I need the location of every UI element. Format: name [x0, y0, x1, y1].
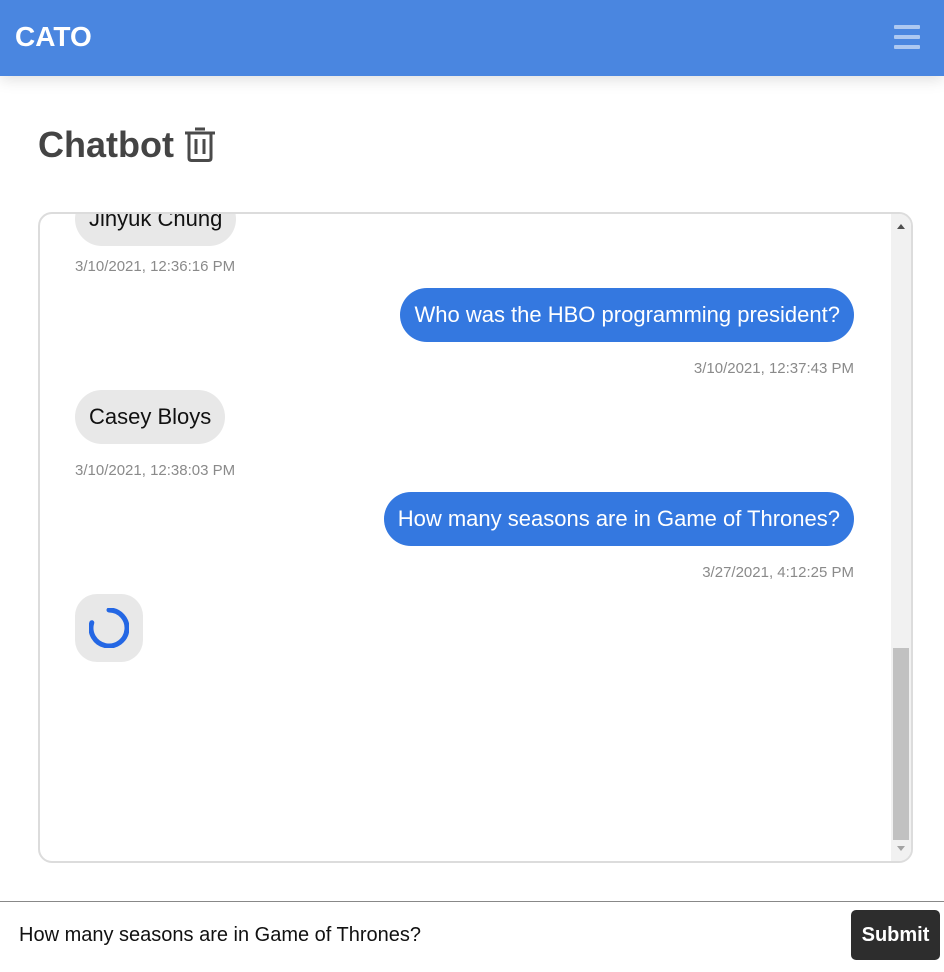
- user-message-bubble: Who was the HBO programming president?: [400, 288, 854, 342]
- bot-message-bubble: Casey Bloys: [75, 390, 226, 444]
- loading-bubble: [75, 594, 143, 662]
- message-input[interactable]: [0, 902, 845, 968]
- message-timestamp: 3/27/2021, 4:12:25 PM: [702, 564, 854, 581]
- page-title: Chatbot: [38, 124, 174, 165]
- message-composer: Submit: [0, 901, 944, 972]
- chat-window: Jinyuk Chung 3/10/2021, 12:36:16 PM Who …: [38, 212, 913, 863]
- menu-line: [894, 35, 920, 39]
- scrollbar-thumb[interactable]: [893, 648, 909, 840]
- scroll-down-arrow-icon[interactable]: [897, 846, 905, 851]
- bot-message-bubble: Jinyuk Chung: [75, 214, 237, 246]
- scroll-up-arrow-icon[interactable]: [897, 224, 905, 229]
- message-list: Jinyuk Chung 3/10/2021, 12:36:16 PM Who …: [40, 214, 891, 861]
- message-timestamp: 3/10/2021, 12:38:03 PM: [75, 462, 236, 479]
- brand-logo[interactable]: CATO: [15, 21, 92, 53]
- hamburger-icon[interactable]: [892, 24, 922, 50]
- message-timestamp: 3/10/2021, 12:36:16 PM: [75, 258, 236, 275]
- top-navbar: CATO: [0, 0, 944, 76]
- chat-scrollbar[interactable]: [891, 214, 911, 861]
- trash-icon[interactable]: [182, 125, 218, 163]
- user-message-bubble: How many seasons are in Game of Thrones?: [383, 492, 854, 546]
- spinner-icon: [89, 608, 129, 648]
- menu-line: [894, 25, 920, 29]
- message-timestamp: 3/10/2021, 12:37:43 PM: [693, 360, 854, 377]
- menu-line: [894, 45, 920, 49]
- submit-button[interactable]: Submit: [851, 910, 940, 960]
